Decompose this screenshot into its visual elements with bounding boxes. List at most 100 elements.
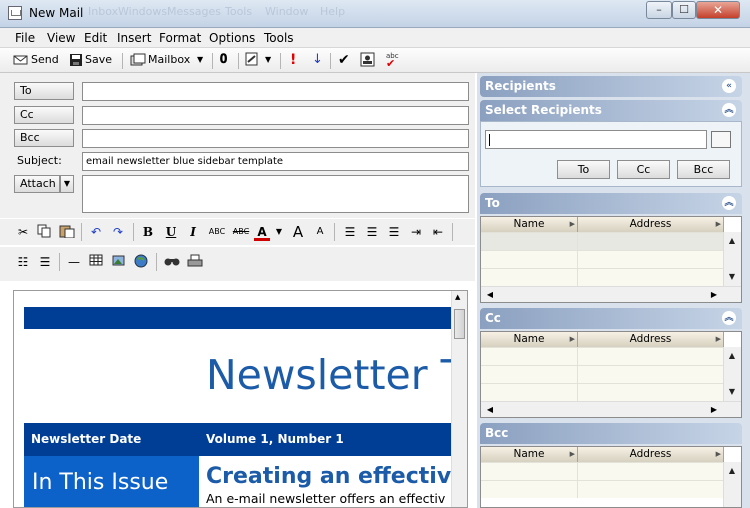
collapse-icon[interactable]: «	[722, 79, 736, 93]
table-row[interactable]	[481, 347, 724, 365]
column-header-address[interactable]: Address ▶	[578, 217, 724, 232]
column-header-address[interactable]: Address ▶	[578, 332, 724, 347]
select-recipients-header[interactable]: Select Recipients ︽	[480, 100, 742, 121]
menu-format[interactable]: Format	[159, 31, 201, 45]
shrink-font-icon[interactable]: A	[313, 224, 327, 240]
close-button[interactable]: ✕	[696, 1, 740, 19]
table-row[interactable]	[481, 250, 724, 268]
cc-section-header[interactable]: Cc ︽	[480, 308, 742, 329]
cut-icon[interactable]: ✂	[16, 224, 30, 240]
bcc-field[interactable]	[82, 129, 469, 148]
table-row[interactable]	[481, 383, 724, 401]
low-priority-icon[interactable]: ↓	[312, 52, 323, 70]
send-button[interactable]: Send	[13, 52, 59, 70]
signature-icon[interactable]	[245, 52, 259, 70]
font-color-icon[interactable]: A	[254, 224, 270, 241]
recipient-search-input[interactable]	[485, 130, 707, 149]
bold-icon[interactable]: B	[141, 224, 155, 240]
undo-icon[interactable]: ↶	[89, 224, 103, 240]
collapse-up-icon[interactable]: ︽	[722, 311, 736, 325]
strikethrough-icon[interactable]: ABC	[231, 224, 251, 240]
high-priority-icon[interactable]: !	[290, 52, 296, 70]
to-field[interactable]	[82, 82, 469, 101]
superscript-icon[interactable]: ABC	[207, 224, 227, 240]
underline-icon[interactable]: U	[164, 224, 178, 240]
paste-icon[interactable]	[59, 224, 75, 240]
font-color-dropdown-icon[interactable]: ▼	[274, 224, 284, 240]
bullet-list-icon[interactable]: ☰	[38, 254, 52, 270]
table-row[interactable]	[481, 268, 724, 286]
address-book-icon[interactable]	[360, 52, 376, 70]
grid-hscroll[interactable]: ◀ ▶	[481, 401, 741, 417]
save-button[interactable]: Save	[69, 52, 112, 70]
main-toolbar: Send Save Mailbox ▼ 𝟎 ▼ ! ↓ ✔ abc ✔	[0, 48, 750, 73]
column-header-name[interactable]: Name ▶	[481, 332, 578, 347]
scroll-up-icon[interactable]: ▲	[455, 293, 460, 301]
indent-icon[interactable]: ⇥	[409, 224, 423, 240]
bcc-button[interactable]: Bcc	[14, 129, 74, 147]
column-header-name[interactable]: Name ▶	[481, 217, 578, 232]
bcc-section-header[interactable]: Bcc	[480, 423, 742, 444]
cc-button[interactable]: Cc	[14, 106, 74, 124]
column-header-address[interactable]: Address ▶	[578, 447, 724, 462]
recipients-header[interactable]: Recipients «	[480, 76, 742, 97]
message-editor[interactable]: Newsletter T Newsletter Date Volume 1, N…	[13, 290, 468, 508]
align-center-icon[interactable]: ☰	[365, 224, 379, 240]
collapse-up-icon[interactable]: ︽	[722, 196, 736, 210]
table-row[interactable]	[481, 480, 724, 498]
hyperlink-icon[interactable]	[134, 254, 150, 270]
align-right-icon[interactable]: ☰	[387, 224, 401, 240]
table-icon[interactable]	[89, 254, 103, 270]
menu-bar: File View Edit Insert Format Options Too…	[0, 28, 750, 48]
add-bcc-button[interactable]: Bcc	[677, 160, 730, 179]
add-cc-button[interactable]: Cc	[617, 160, 670, 179]
table-row[interactable]	[481, 462, 724, 480]
editor-scrollbar[interactable]: ▲	[451, 291, 467, 507]
menu-options[interactable]: Options	[209, 31, 255, 45]
address-book-icon[interactable]	[711, 131, 731, 148]
column-header-name[interactable]: Name ▶	[481, 447, 578, 462]
grid-vscroll[interactable]: ▲ ▼	[723, 347, 741, 401]
maximize-button[interactable]: ☐	[672, 1, 696, 19]
find-icon[interactable]	[164, 254, 180, 270]
newsletter-sidebar: In This Issue	[24, 456, 199, 507]
grid-vscroll[interactable]: ▲	[723, 462, 741, 507]
outdent-icon[interactable]: ⇤	[431, 224, 445, 240]
minimize-button[interactable]: –	[646, 1, 672, 19]
menu-tools[interactable]: Tools	[264, 31, 294, 45]
menu-view[interactable]: View	[47, 31, 75, 45]
copy-icon[interactable]	[37, 224, 51, 240]
picture-icon[interactable]	[111, 254, 127, 270]
to-button[interactable]: To	[14, 82, 74, 100]
menu-insert[interactable]: Insert	[117, 31, 151, 45]
add-to-button[interactable]: To	[557, 160, 610, 179]
subject-field[interactable]: email newsletter blue sidebar template	[82, 152, 469, 171]
numbered-list-icon[interactable]: ☷	[16, 254, 30, 270]
grid-vscroll[interactable]: ▲ ▼	[723, 232, 741, 286]
check-names-icon[interactable]: ✔	[338, 52, 350, 70]
mailbox-dropdown-icon[interactable]: ▼	[197, 52, 203, 70]
align-left-icon[interactable]: ☰	[343, 224, 357, 240]
collapse-up-icon[interactable]: ︽	[722, 103, 736, 117]
print-icon[interactable]	[187, 254, 203, 270]
toolbar-separator	[212, 53, 213, 69]
attach-dropdown-icon[interactable]: ▼	[60, 175, 74, 193]
attachments-field[interactable]	[82, 175, 469, 213]
italic-icon[interactable]: I	[186, 224, 200, 240]
attachment-icon[interactable]: 𝟎	[220, 52, 227, 70]
redo-icon[interactable]: ↷	[111, 224, 125, 240]
menu-file[interactable]: File	[15, 31, 35, 45]
mailbox-button[interactable]: Mailbox	[130, 52, 190, 70]
signature-dropdown-icon[interactable]: ▼	[265, 52, 271, 70]
cc-field[interactable]	[82, 106, 469, 125]
grow-font-icon[interactable]: A	[290, 224, 306, 240]
table-row[interactable]	[481, 232, 724, 250]
grid-hscroll[interactable]: ◀ ▶	[481, 286, 741, 302]
horizontal-line-icon[interactable]: —	[66, 254, 82, 270]
menu-edit[interactable]: Edit	[84, 31, 107, 45]
table-row[interactable]	[481, 365, 724, 383]
spellcheck-icon[interactable]: abc ✔	[386, 52, 399, 70]
attach-button[interactable]: Attach	[14, 175, 60, 193]
scroll-thumb[interactable]	[454, 309, 465, 339]
to-section-header[interactable]: To ︽	[480, 193, 742, 214]
